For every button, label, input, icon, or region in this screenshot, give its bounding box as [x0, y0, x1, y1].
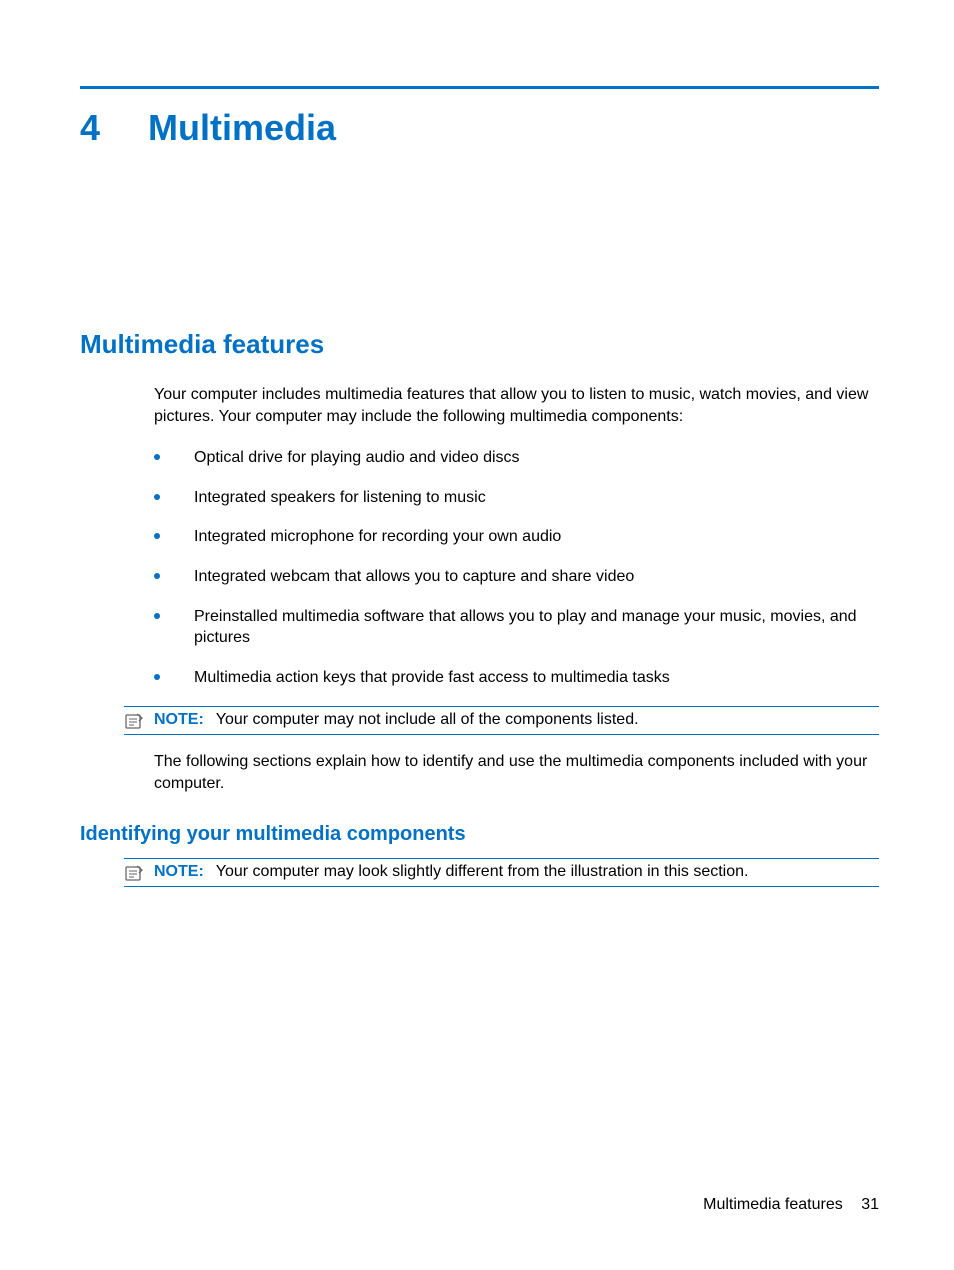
note-icon [124, 864, 144, 882]
chapter-header: 4 Multimedia [80, 107, 879, 149]
list-item-text: Integrated microphone for recording your… [194, 526, 561, 548]
intro-paragraph: Your computer includes multimedia featur… [154, 384, 879, 427]
list-item-text: Preinstalled multimedia software that al… [194, 606, 879, 649]
note-callout: NOTE: Your computer may not include all … [124, 706, 879, 735]
bullet-icon [154, 613, 160, 619]
note-label: NOTE: [154, 863, 204, 881]
list-item-text: Integrated webcam that allows you to cap… [194, 566, 634, 588]
bullet-icon [154, 494, 160, 500]
page-number: 31 [861, 1196, 879, 1213]
list-item-text: Integrated speakers for listening to mus… [194, 487, 486, 509]
chapter-title: Multimedia [148, 107, 336, 149]
list-item: Preinstalled multimedia software that al… [154, 606, 879, 649]
list-item: Integrated microphone for recording your… [154, 526, 879, 548]
note-text: Your computer may look slightly differen… [216, 863, 879, 881]
list-item: Multimedia action keys that provide fast… [154, 667, 879, 689]
chapter-number: 4 [80, 107, 100, 149]
bullet-icon [154, 573, 160, 579]
chapter-divider [80, 86, 879, 89]
note-text: Your computer may not include all of the… [216, 711, 879, 729]
footer-section-name: Multimedia features [703, 1196, 843, 1213]
list-item: Optical drive for playing audio and vide… [154, 447, 879, 469]
followup-paragraph: The following sections explain how to id… [154, 751, 879, 794]
bullet-icon [154, 454, 160, 460]
bullet-icon [154, 533, 160, 539]
note-label: NOTE: [154, 711, 204, 729]
list-item: Integrated speakers for listening to mus… [154, 487, 879, 509]
note-icon [124, 712, 144, 730]
list-item-text: Multimedia action keys that provide fast… [194, 667, 670, 689]
section-heading: Multimedia features [80, 329, 879, 360]
list-item: Integrated webcam that allows you to cap… [154, 566, 879, 588]
page-footer: Multimedia features 31 [703, 1196, 879, 1214]
subsection-heading: Identifying your multimedia components [80, 823, 879, 846]
feature-list: Optical drive for playing audio and vide… [154, 447, 879, 688]
list-item-text: Optical drive for playing audio and vide… [194, 447, 520, 469]
note-callout: NOTE: Your computer may look slightly di… [124, 858, 879, 887]
bullet-icon [154, 674, 160, 680]
